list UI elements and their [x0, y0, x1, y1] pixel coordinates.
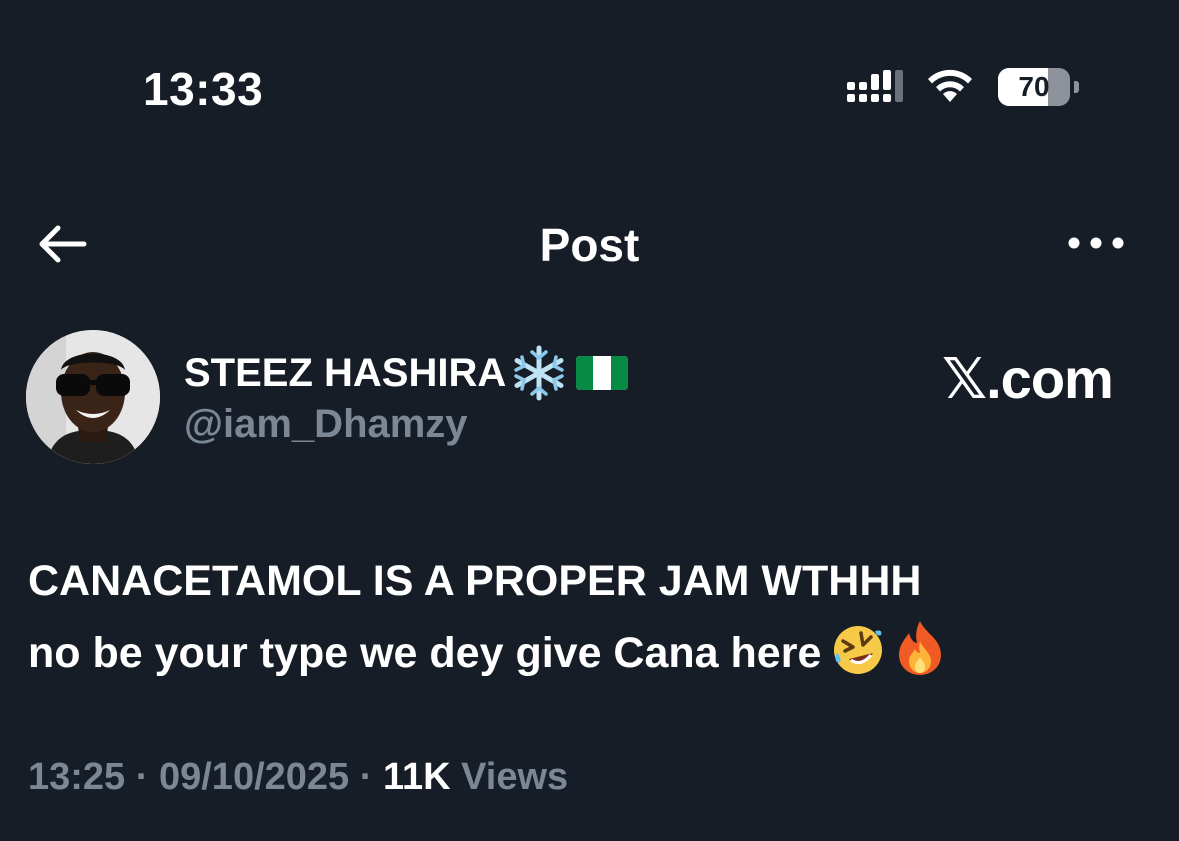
- avatar[interactable]: [26, 330, 160, 464]
- nigeria-flag-emoji-icon: [576, 356, 629, 390]
- snowflake-emoji-icon: [514, 345, 564, 401]
- x-watermark: 𝕏.com: [942, 347, 1114, 410]
- meta-separator: ·: [125, 756, 159, 798]
- views-count: 11K: [382, 756, 451, 798]
- post-date: 09/10/2025: [158, 756, 350, 798]
- post-meta: 13:25 · 09/10/2025 · 11K Views: [28, 756, 568, 799]
- wifi-icon: [928, 69, 972, 102]
- post-time: 13:25: [28, 756, 126, 798]
- cellular-signal-icon: [847, 70, 903, 102]
- views-label: Views: [450, 756, 569, 798]
- battery-indicator: 70: [998, 68, 1079, 106]
- post-text: CANACETAMOL IS A PROPER JAM WTHHH no be …: [28, 545, 1158, 689]
- author-handle[interactable]: @iam_Dhamzy: [184, 402, 468, 447]
- rolling-laughing-emoji-icon: [834, 626, 883, 674]
- post-line-2-row: no be your type we dey give Cana here: [28, 617, 1158, 689]
- battery-level: 70: [1018, 71, 1050, 102]
- post-line-1: CANACETAMOL IS A PROPER JAM WTHHH: [28, 557, 922, 605]
- author-display-name[interactable]: STEEZ HASHIRA: [184, 351, 506, 396]
- meta-separator: ·: [349, 756, 383, 798]
- page-title: Post: [539, 219, 640, 271]
- fire-emoji-icon: [899, 621, 942, 675]
- more-options-icon[interactable]: [1066, 232, 1126, 254]
- post-line-2: no be your type we dey give Cana here: [28, 629, 822, 677]
- author-name-row[interactable]: STEEZ HASHIRA: [184, 344, 629, 402]
- status-time: 13:33: [143, 63, 264, 115]
